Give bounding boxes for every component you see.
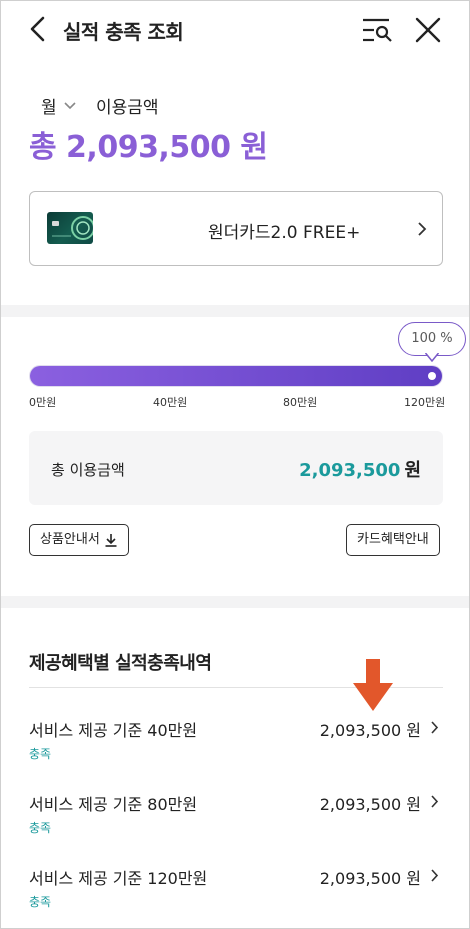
card-image	[47, 212, 93, 244]
period-label: 월	[41, 98, 57, 118]
page-title: 실적 충족 조회	[63, 20, 184, 44]
usage-summary-box: 총 이용금액 2,093,500 원	[29, 431, 443, 505]
benefit-label: 서비스 제공 기준 120만원	[29, 869, 208, 888]
chevron-down-icon	[64, 101, 76, 109]
percent-bubble: 100 %	[398, 322, 466, 356]
screen: 실적 충족 조회 월 이용금액 총 2,093,500 원 원더카드2.0 FR…	[0, 0, 470, 929]
search-list-icon[interactable]	[361, 15, 393, 45]
card-selector[interactable]: 원더카드2.0 FREE+	[29, 191, 443, 266]
progress-track	[29, 365, 443, 387]
benefit-amount: 2,093,500 원	[319, 721, 421, 740]
card-benefits-label: 카드혜택안내	[357, 532, 429, 547]
benefit-label: 서비스 제공 기준 80만원	[29, 795, 198, 814]
benefit-status: 충족	[29, 821, 52, 835]
chevron-right-icon	[431, 721, 439, 734]
section-divider	[1, 305, 469, 317]
progress-knob	[428, 372, 436, 380]
chevron-left-icon[interactable]	[25, 15, 53, 43]
period-select[interactable]: 월	[41, 93, 77, 118]
chevron-right-icon	[418, 222, 427, 236]
benefits-title: 제공혜택별 실적충족내역	[29, 653, 212, 674]
benefit-status: 충족	[29, 895, 52, 909]
tick-label: 40만원	[153, 396, 188, 409]
product-guide-button[interactable]: 상품안내서	[29, 524, 129, 556]
usage-total-unit: 원	[404, 460, 421, 481]
header: 실적 충족 조회	[1, 1, 469, 59]
benefit-amount: 2,093,500 원	[319, 869, 421, 888]
usage-total-label: 총 이용금액	[51, 461, 125, 479]
chevron-right-icon	[431, 869, 439, 882]
usage-total-value: 2,093,500 원	[299, 456, 421, 482]
progress-fill	[30, 366, 442, 386]
benefit-label: 서비스 제공 기준 40만원	[29, 721, 198, 740]
tick-label: 0만원	[29, 396, 57, 409]
product-guide-label: 상품안내서	[40, 532, 100, 547]
card-benefits-button[interactable]: 카드혜택안내	[346, 524, 440, 556]
tick-label: 80만원	[283, 396, 318, 409]
benefit-row[interactable]: 서비스 제공 기준 40만원 충족 2,093,500 원	[1, 717, 469, 789]
card-graphic	[52, 216, 93, 240]
download-icon	[105, 534, 117, 547]
bubble-tail	[425, 353, 439, 362]
usage-label: 이용금액	[96, 98, 159, 118]
benefit-status: 충족	[29, 747, 52, 761]
close-icon[interactable]	[413, 15, 443, 45]
tick-label: 120만원	[404, 396, 446, 409]
chevron-right-icon	[431, 795, 439, 808]
benefit-row[interactable]: 서비스 제공 기준 120만원 충족 2,093,500 원	[1, 865, 469, 928]
card-name: 원더카드2.0 FREE+	[208, 223, 361, 243]
benefit-row[interactable]: 서비스 제공 기준 80만원 충족 2,093,500 원	[1, 791, 469, 863]
total-amount: 총 2,093,500 원	[29, 130, 268, 165]
arrow-down-icon	[353, 659, 393, 711]
usage-total-number: 2,093,500	[299, 460, 401, 481]
section-divider	[1, 596, 469, 608]
benefit-amount: 2,093,500 원	[319, 795, 421, 814]
